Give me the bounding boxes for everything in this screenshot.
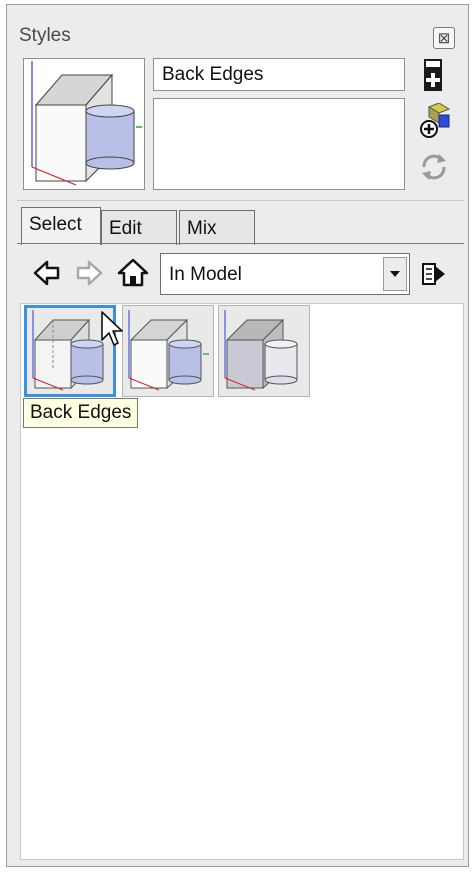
- back-button[interactable]: [33, 259, 61, 292]
- box-cylinder-preview-icon: [31, 61, 142, 186]
- collection-dropdown[interactable]: In Model: [160, 253, 410, 295]
- box-cylinder-style-icon: [224, 310, 298, 391]
- tab-baseline: [17, 243, 464, 244]
- details-button[interactable]: [421, 259, 447, 294]
- dropdown-toggle-button[interactable]: [383, 257, 407, 291]
- style-preview-thumbnail: [23, 58, 145, 190]
- box-cylinder-style-icon: [128, 310, 209, 391]
- panel-title: Styles: [19, 25, 71, 46]
- close-button[interactable]: ⊠: [433, 27, 455, 49]
- refresh-button[interactable]: [419, 151, 449, 188]
- create-style-button[interactable]: [421, 58, 445, 97]
- style-thumbnail-2[interactable]: [122, 305, 214, 397]
- style-description-field[interactable]: [153, 98, 405, 190]
- update-style-button[interactable]: [417, 102, 451, 144]
- style-thumbnail-3[interactable]: [218, 305, 310, 397]
- home-icon: [117, 258, 149, 287]
- collection-selected-value: In Model: [169, 264, 242, 285]
- back-arrow-icon: [33, 260, 60, 286]
- forward-button[interactable]: [75, 259, 103, 292]
- forward-arrow-icon: [76, 260, 103, 286]
- details-icon: [422, 263, 445, 285]
- tab-select[interactable]: Select: [21, 207, 101, 245]
- tab-edit[interactable]: Edit: [101, 210, 177, 245]
- create-style-icon: [424, 59, 442, 91]
- refresh-icon: [422, 154, 446, 180]
- chevron-down-icon: [390, 271, 400, 277]
- header-divider: [17, 200, 464, 201]
- tab-mix[interactable]: Mix: [179, 210, 255, 245]
- style-name-field[interactable]: Back Edges: [153, 58, 405, 91]
- update-style-icon: [420, 102, 451, 138]
- mouse-cursor-icon: [101, 311, 123, 346]
- close-icon: ⊠: [437, 30, 451, 47]
- style-tooltip: Back Edges: [23, 398, 139, 428]
- home-button[interactable]: [117, 257, 149, 292]
- mouse-cursor: [100, 310, 124, 353]
- styles-panel: Styles ⊠ Back Edges Select Edit Mix In M…: [6, 4, 469, 867]
